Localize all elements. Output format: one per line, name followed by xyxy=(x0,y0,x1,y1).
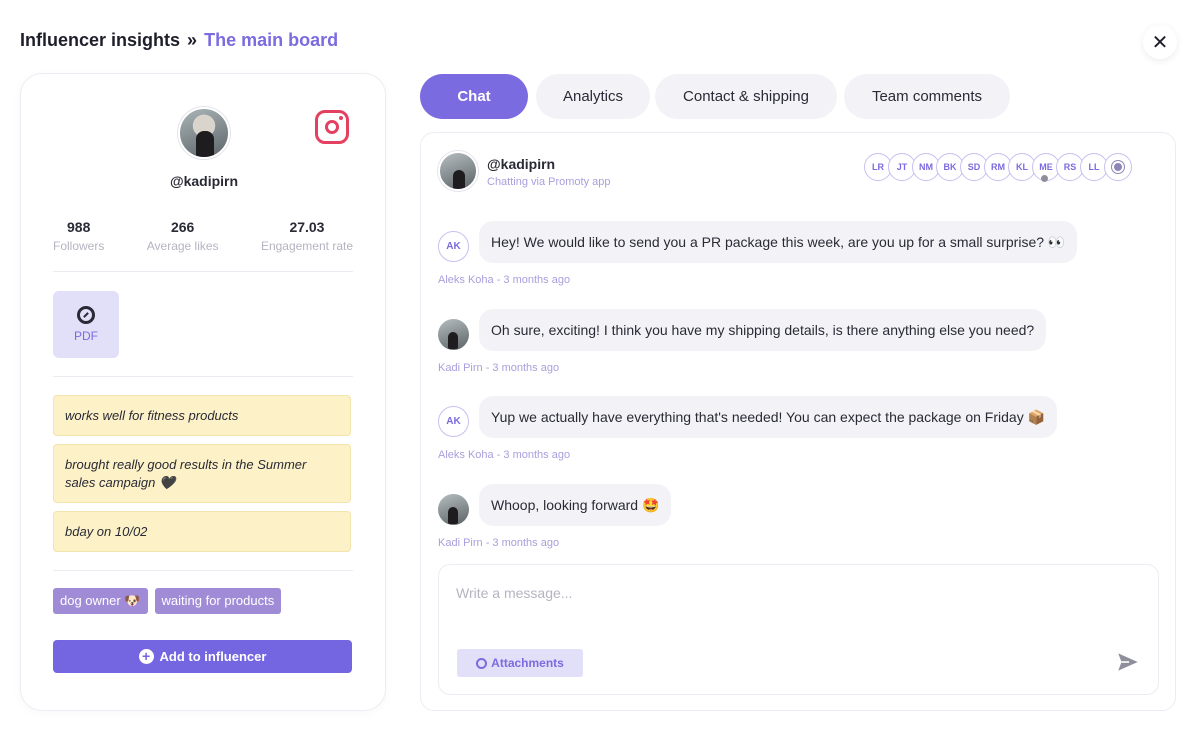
note-item[interactable]: brought really good results in the Summe… xyxy=(53,444,351,503)
message-avatar xyxy=(438,319,469,350)
message-text: Oh sure, exciting! I think you have my s… xyxy=(491,322,1035,338)
message-meta: Aleks Koha - 3 months ago xyxy=(438,274,571,286)
attachment-icon xyxy=(476,657,488,669)
message-bubble: Hey! We would like to send you a PR pack… xyxy=(479,221,1078,263)
profile-stats: 988 Followers 266 Average likes 27.03 En… xyxy=(53,219,353,253)
plus-icon: + xyxy=(138,649,154,664)
message-text: Hey! We would like to send you a PR pack… xyxy=(491,233,1066,250)
breadcrumb-current[interactable]: The main board xyxy=(204,30,338,50)
breadcrumb: Influencer insights » The main board xyxy=(20,30,338,51)
note-item[interactable]: bday on 10/02 xyxy=(53,511,351,552)
stat-label: Engagement rate xyxy=(260,239,353,253)
status-dot xyxy=(1041,175,1048,182)
close-button[interactable]: ✕ xyxy=(1143,25,1177,59)
tab-chat[interactable]: Chat xyxy=(420,74,528,119)
attachments-button[interactable]: Attachments xyxy=(457,649,583,677)
stat-followers: 988 Followers xyxy=(53,219,104,253)
tab-label: Contact & shipping xyxy=(683,88,809,105)
divider xyxy=(53,271,353,272)
tab-label: Team comments xyxy=(871,88,983,105)
message-meta: Kadi Pirn - 3 months ago xyxy=(438,537,560,549)
chat-panel: @kadipirn Chatting via Promoty app LR JT… xyxy=(420,132,1176,711)
message-text: Yup we actually have everything that's n… xyxy=(491,408,1046,425)
profile-card: @kadipirn 988 Followers 266 Average like… xyxy=(20,73,386,711)
message-meta: Aleks Koha - 3 months ago xyxy=(438,449,571,461)
tab-team-comments[interactable]: Team comments xyxy=(844,74,1010,119)
stat-average-likes: 266 Average likes xyxy=(147,219,219,253)
attachment-icon xyxy=(77,306,95,324)
tab-label: Analytics xyxy=(562,88,624,105)
chat-handle: @kadipirn xyxy=(487,156,556,172)
message-avatar xyxy=(438,494,469,525)
tag-list: dog owner 🐶 waiting for products xyxy=(53,588,282,614)
message-meta: Kadi Pirn - 3 months ago xyxy=(438,362,560,374)
divider xyxy=(53,376,353,377)
member-initials: ME xyxy=(1039,162,1053,172)
tab-label: Chat xyxy=(457,88,491,105)
note-text: brought really good results in the Summe… xyxy=(65,456,307,490)
stat-value: 988 xyxy=(67,219,91,235)
breadcrumb-root[interactable]: Influencer insights xyxy=(20,30,180,50)
stat-engagement-rate: 27.03 Engagement rate xyxy=(261,219,353,253)
note-item[interactable]: works well for fitness products xyxy=(53,395,351,436)
note-text: bday on 10/02 xyxy=(65,523,148,539)
tab-analytics[interactable]: Analytics xyxy=(536,74,650,119)
stat-value: 266 xyxy=(170,219,195,235)
stat-label: Followers xyxy=(53,239,105,253)
message-bubble: Yup we actually have everything that's n… xyxy=(479,396,1058,438)
pdf-attachment[interactable]: PDF xyxy=(53,291,119,358)
breadcrumb-separator: » xyxy=(187,30,198,50)
pdf-label: PDF xyxy=(74,329,98,343)
close-icon: ✕ xyxy=(1151,31,1169,54)
tag[interactable]: waiting for products xyxy=(154,588,282,614)
message-text: Whoop, looking forward 🤩 xyxy=(491,496,660,513)
stat-label: Average likes xyxy=(146,239,219,253)
team-members: LR JT NM BK SD RM KL ME RS LL xyxy=(864,153,1132,182)
message-avatar: AK xyxy=(438,231,469,262)
profile-handle: @kadipirn xyxy=(169,173,239,189)
message-composer: Attachments xyxy=(438,564,1159,695)
attachments-label: Attachments xyxy=(491,656,564,670)
message-avatar: AK xyxy=(438,406,469,437)
note-text: works well for fitness products xyxy=(65,407,239,423)
tag[interactable]: dog owner 🐶 xyxy=(53,588,148,614)
avatar xyxy=(178,107,230,159)
instagram-icon[interactable] xyxy=(315,110,349,144)
more-members-icon[interactable] xyxy=(1104,153,1132,181)
add-button-label: Add to influencer xyxy=(159,649,267,664)
message-bubble: Oh sure, exciting! I think you have my s… xyxy=(479,309,1047,351)
stat-value: 27.03 xyxy=(289,219,325,235)
divider xyxy=(53,570,353,571)
tab-contact-shipping[interactable]: Contact & shipping xyxy=(655,74,837,119)
add-to-influencer-button[interactable]: + Add to influencer xyxy=(53,640,352,673)
chat-subtitle: Chatting via Promoty app xyxy=(487,176,611,188)
message-bubble: Whoop, looking forward 🤩 xyxy=(479,484,672,526)
message-input[interactable] xyxy=(456,580,1116,606)
chat-avatar xyxy=(438,151,478,191)
send-icon[interactable] xyxy=(1115,649,1141,675)
